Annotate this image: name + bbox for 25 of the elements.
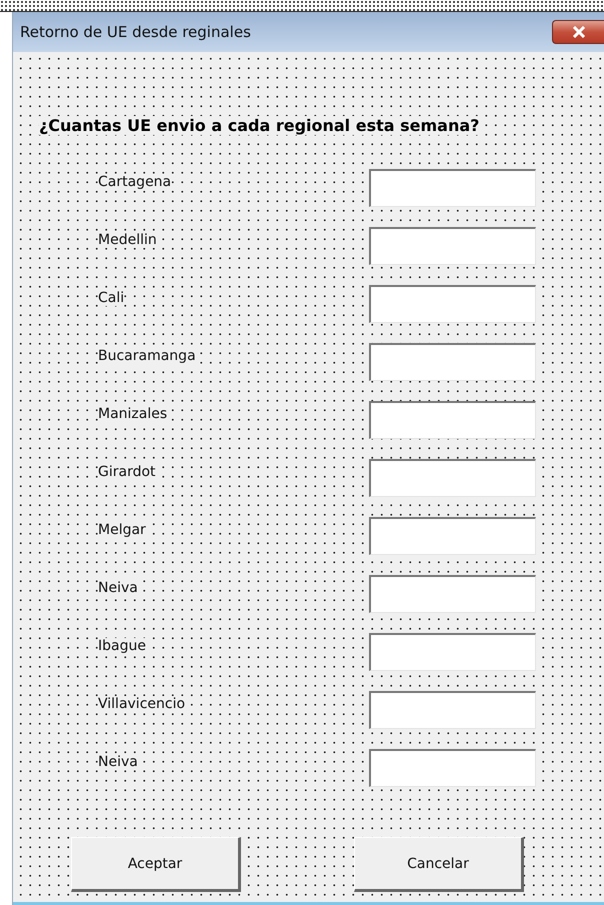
field-label: Girardot — [98, 464, 156, 480]
field-label: Medellin — [98, 232, 157, 248]
input-field[interactable] — [369, 169, 536, 207]
input-field[interactable] — [369, 459, 536, 497]
input-field[interactable] — [369, 517, 536, 555]
field-label: Bucaramanga — [98, 348, 196, 364]
close-icon — [570, 26, 586, 38]
input-field[interactable] — [369, 401, 536, 439]
field-label: Cali — [98, 290, 124, 306]
field-label: Manizales — [98, 406, 168, 422]
field-label: Cartagena — [98, 174, 172, 190]
field-label: Melgar — [98, 522, 146, 538]
input-field[interactable] — [369, 691, 536, 729]
input-field[interactable] — [369, 575, 536, 613]
close-button[interactable] — [552, 20, 604, 44]
accept-button[interactable]: Aceptar — [71, 837, 241, 892]
question-text: ¿Cuantas UE envio a cada regional esta semana? — [39, 116, 480, 135]
field-label: Ibague — [98, 638, 146, 654]
input-field[interactable] — [369, 749, 536, 787]
input-field[interactable] — [369, 285, 536, 323]
input-field[interactable] — [369, 633, 536, 671]
input-field[interactable] — [369, 343, 536, 381]
window-title: Retorno de UE desde reginales — [20, 23, 251, 41]
cancel-button[interactable]: Cancelar — [354, 837, 524, 892]
input-field[interactable] — [369, 227, 536, 265]
